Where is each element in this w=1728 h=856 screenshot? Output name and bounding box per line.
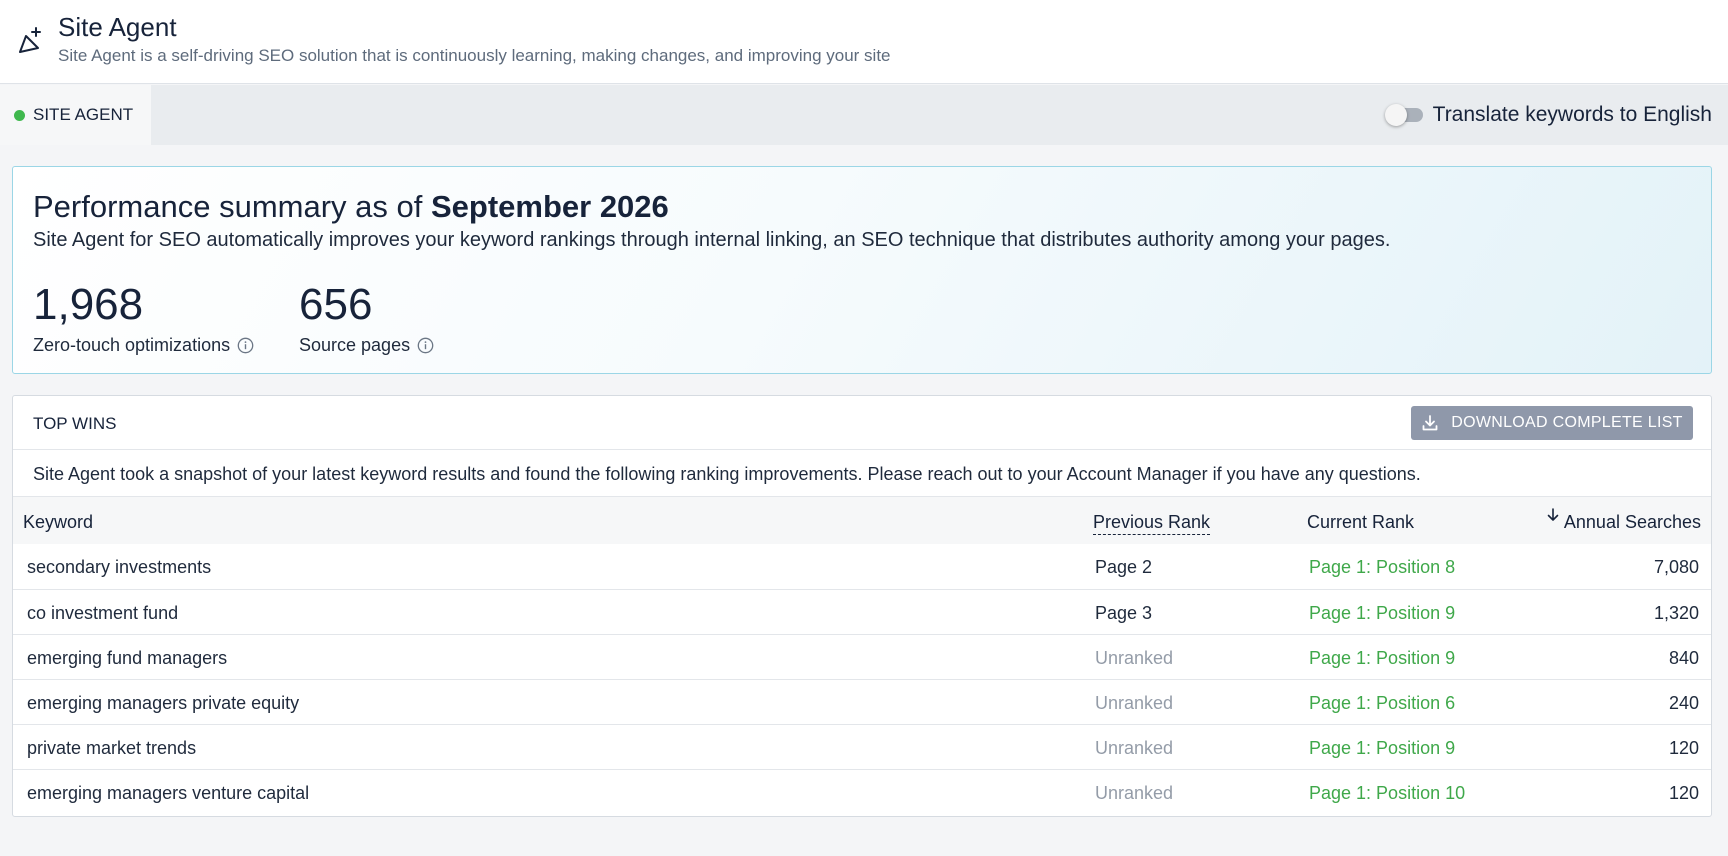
- table-row: emerging managers venture capital Unranke…: [13, 769, 1711, 814]
- download-icon: [1422, 415, 1438, 431]
- cell-previous-rank: Unranked: [1095, 648, 1174, 668]
- table-row: private market trends Unranked Page 1: Pos…: [13, 724, 1711, 769]
- app-header: Site Agent Site Agent is a self-driving …: [0, 0, 1728, 84]
- metric-source-pages: 656 Source pages: [299, 279, 434, 356]
- cell-keyword: emerging fund managers: [27, 648, 228, 668]
- metric-value: 1,968: [33, 280, 144, 329]
- sort-descending-icon: [1547, 508, 1559, 521]
- table-row: emerging fund managers Unranked Page 1: Po…: [13, 634, 1711, 679]
- download-button-label: DOWNLOAD COMPLETE LIST: [1451, 414, 1683, 431]
- cell-keyword: secondary investments: [27, 557, 212, 577]
- cell-previous-rank: Unranked: [1095, 783, 1174, 803]
- translate-toggle-label: Translate keywords to English: [1432, 103, 1712, 126]
- column-header-keyword[interactable]: Keyword: [23, 512, 93, 533]
- cell-annual-searches: 120: [1668, 783, 1699, 803]
- tab-bar: SITE AGENT Translate keywords to English: [0, 85, 1728, 145]
- cell-annual-searches: 840: [1668, 648, 1699, 668]
- cell-current-rank: Page 1: Position 6: [1309, 693, 1456, 713]
- download-complete-list-button[interactable]: DOWNLOAD COMPLETE LIST: [1411, 406, 1693, 440]
- cell-current-rank: Page 1: Position 10: [1309, 783, 1466, 803]
- page-subtitle: Site Agent is a self-driving SEO solutio…: [58, 46, 891, 65]
- table-row: co investment fund Page 3 Page 1: Position…: [13, 589, 1711, 634]
- performance-title: Performance summary as of September 2026: [33, 189, 669, 225]
- table-body: secondary investments Page 2 Page 1: Posit…: [13, 544, 1711, 814]
- metric-label-text: Source pages: [299, 335, 411, 355]
- cell-previous-rank: Page 2: [1095, 557, 1153, 577]
- cell-keyword: co investment fund: [27, 603, 179, 623]
- metric-label: Zero-touch optimizations: [33, 335, 254, 356]
- sparkle-wand-icon: [19, 27, 41, 53]
- cell-previous-rank: Unranked: [1095, 738, 1174, 758]
- cell-previous-rank: Page 3: [1095, 603, 1153, 623]
- performance-summary-card: Performance summary as of September 2026…: [12, 166, 1712, 374]
- info-icon[interactable]: [237, 337, 254, 354]
- metric-label-text: Zero-touch optimizations: [33, 335, 231, 355]
- cell-current-rank: Page 1: Position 9: [1309, 603, 1456, 623]
- cell-current-rank: Page 1: Position 9: [1309, 648, 1456, 668]
- cell-annual-searches: 7,080: [1653, 557, 1699, 577]
- column-header-annual-searches[interactable]: Annual Searches: [1546, 508, 1701, 533]
- column-header-current-rank[interactable]: Current Rank: [1307, 512, 1414, 533]
- toggle-switch[interactable]: [1384, 104, 1423, 126]
- metric-zero-touch-optimizations: 1,968 Zero-touch optimizations: [33, 279, 254, 356]
- column-header-previous-rank[interactable]: Previous Rank: [1093, 512, 1211, 535]
- cell-keyword: emerging managers private equity: [27, 693, 300, 713]
- top-wins-table: Keyword Previous Rank Current Rank Annua…: [13, 496, 1711, 814]
- tab-label: SITE AGENT: [33, 105, 134, 124]
- top-wins-card: TOP WINS DOWNLOAD COMPLETE LIST Site Age…: [12, 395, 1712, 817]
- cell-annual-searches: 240: [1668, 693, 1699, 713]
- metric-value: 656: [299, 280, 373, 329]
- cell-keyword: emerging managers venture capital: [27, 783, 310, 803]
- metric-label: Source pages: [299, 335, 434, 356]
- performance-description: Site Agent for SEO automatically improve…: [33, 229, 1391, 251]
- table-row: secondary investments Page 2 Page 1: Posit…: [13, 544, 1711, 589]
- translate-keywords-toggle[interactable]: Translate keywords to English: [1384, 85, 1712, 145]
- top-wins-header: TOP WINS DOWNLOAD COMPLETE LIST: [13, 396, 1711, 450]
- cell-previous-rank: Unranked: [1095, 693, 1174, 713]
- table-header: Keyword Previous Rank Current Rank Annua…: [13, 496, 1711, 544]
- toggle-knob: [1384, 104, 1407, 126]
- table-row: emerging managers private equity Unranked…: [13, 679, 1711, 724]
- cell-keyword: private market trends: [27, 738, 197, 758]
- status-dot-icon: [14, 109, 25, 121]
- performance-title-prefix: Performance summary as of: [33, 189, 423, 224]
- info-icon[interactable]: [417, 337, 434, 354]
- cell-current-rank: Page 1: Position 8: [1309, 557, 1456, 577]
- cell-current-rank: Page 1: Position 9: [1309, 738, 1456, 758]
- page-title: Site Agent: [58, 12, 177, 42]
- top-wins-title: TOP WINS: [33, 414, 117, 433]
- cell-annual-searches: 1,320: [1653, 603, 1699, 623]
- cell-annual-searches: 120: [1668, 738, 1699, 758]
- annual-searches-label: Annual Searches: [1563, 512, 1701, 532]
- top-wins-description: Site Agent took a snapshot of your lates…: [33, 464, 1421, 484]
- performance-title-date: September 2026: [430, 189, 669, 224]
- tab-site-agent[interactable]: SITE AGENT: [0, 85, 151, 145]
